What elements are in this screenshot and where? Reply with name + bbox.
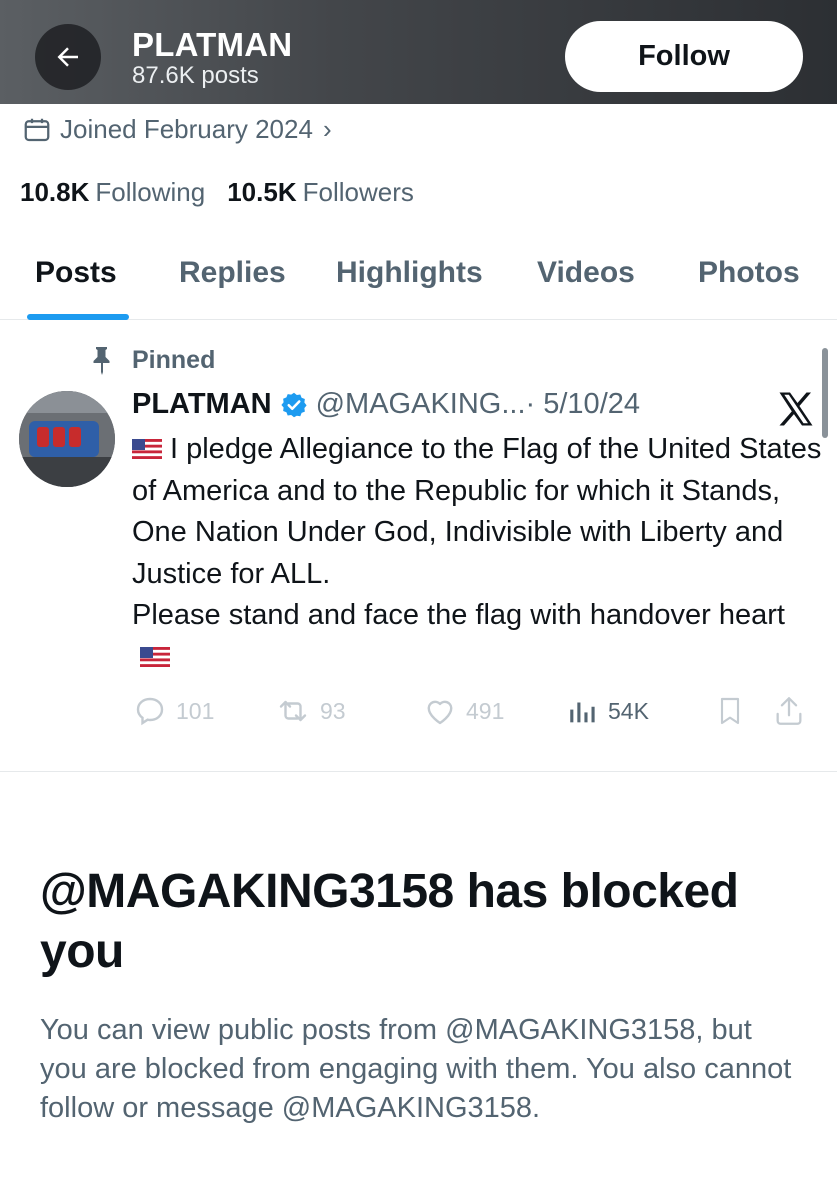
- followers-label: Followers: [302, 177, 414, 207]
- joined-date-text: Joined February 2024: [60, 114, 313, 144]
- post-author-handle[interactable]: @MAGAKING...: [316, 388, 526, 421]
- followers-count: 10.5K: [227, 177, 297, 207]
- following-link[interactable]: 10.8K Following: [20, 177, 205, 208]
- views-count: 54K: [608, 697, 649, 724]
- repost-icon: [279, 700, 307, 722]
- post-actions: 101 93 491 54K: [132, 693, 822, 733]
- follow-counts: 10.8K Following 10.5K Followers: [20, 177, 436, 208]
- reply-button[interactable]: 101: [132, 693, 214, 729]
- blocked-title: @MAGAKING3158 has blocked you: [40, 865, 739, 978]
- header-posts-count: 87.6K posts: [132, 62, 259, 89]
- tab-photos[interactable]: Photos: [698, 256, 800, 290]
- reply-count: 101: [176, 697, 215, 724]
- follow-button[interactable]: Follow: [565, 21, 803, 92]
- profile-header: PLATMAN 87.6K posts Follow: [0, 0, 837, 104]
- header-profile-name: PLATMAN: [132, 26, 293, 63]
- x-logo-icon[interactable]: [778, 392, 814, 426]
- post-text: I pledge Allegiance to the Flag of the U…: [132, 429, 822, 678]
- followers-link[interactable]: 10.5K Followers: [227, 177, 414, 208]
- tab-videos[interactable]: Videos: [537, 256, 635, 290]
- bookmark-button[interactable]: [714, 693, 746, 729]
- views-button[interactable]: 54K: [566, 693, 649, 729]
- share-button[interactable]: [772, 693, 806, 729]
- post-text-main: I pledge Allegiance to the Flag of the U…: [132, 433, 822, 590]
- pin-icon: [93, 347, 110, 375]
- pinned-label: Pinned: [132, 345, 216, 374]
- arrow-left-icon: [57, 47, 78, 67]
- back-button[interactable]: [35, 24, 101, 90]
- following-label: Following: [95, 177, 206, 207]
- like-count: 491: [466, 697, 505, 724]
- post-author-name[interactable]: PLATMAN: [132, 388, 272, 421]
- tab-replies[interactable]: Replies: [179, 256, 286, 290]
- views-chart-icon: [570, 702, 595, 723]
- bookmark-icon: [720, 697, 740, 725]
- avatar[interactable]: [19, 391, 115, 487]
- scrollbar[interactable]: [822, 348, 828, 438]
- post-text-second: Please stand and face the flag with hand…: [132, 599, 785, 631]
- repost-count: 93: [320, 697, 346, 724]
- post-header: PLATMAN @MAGAKING... · 5/10/24: [132, 388, 640, 421]
- chevron-right-icon: ›: [322, 114, 332, 144]
- post-date[interactable]: · 5/10/24: [526, 388, 640, 421]
- section-divider: [0, 771, 837, 772]
- share-icon: [776, 697, 802, 725]
- heart-icon: [427, 700, 453, 725]
- tab-highlights[interactable]: Highlights: [336, 256, 483, 290]
- us-flag-icon: [132, 439, 162, 459]
- active-tab-indicator: [27, 314, 129, 320]
- verified-badge-icon: [281, 392, 307, 417]
- blocked-description: You can view public posts from @MAGAKING…: [40, 1014, 792, 1124]
- repost-button[interactable]: 93: [274, 693, 346, 729]
- us-flag-icon: [140, 646, 170, 667]
- profile-tabs: Posts Replies Highlights Videos Photos: [0, 240, 837, 320]
- tab-posts[interactable]: Posts: [35, 256, 117, 290]
- joined-date-row[interactable]: Joined February 2024 ›: [22, 114, 332, 145]
- calendar-icon: [24, 118, 50, 141]
- avatar-image: [19, 391, 115, 487]
- following-count: 10.8K: [20, 177, 90, 207]
- like-button[interactable]: 491: [422, 693, 504, 729]
- reply-icon: [136, 697, 164, 726]
- pinned-indicator: Pinned: [90, 345, 215, 375]
